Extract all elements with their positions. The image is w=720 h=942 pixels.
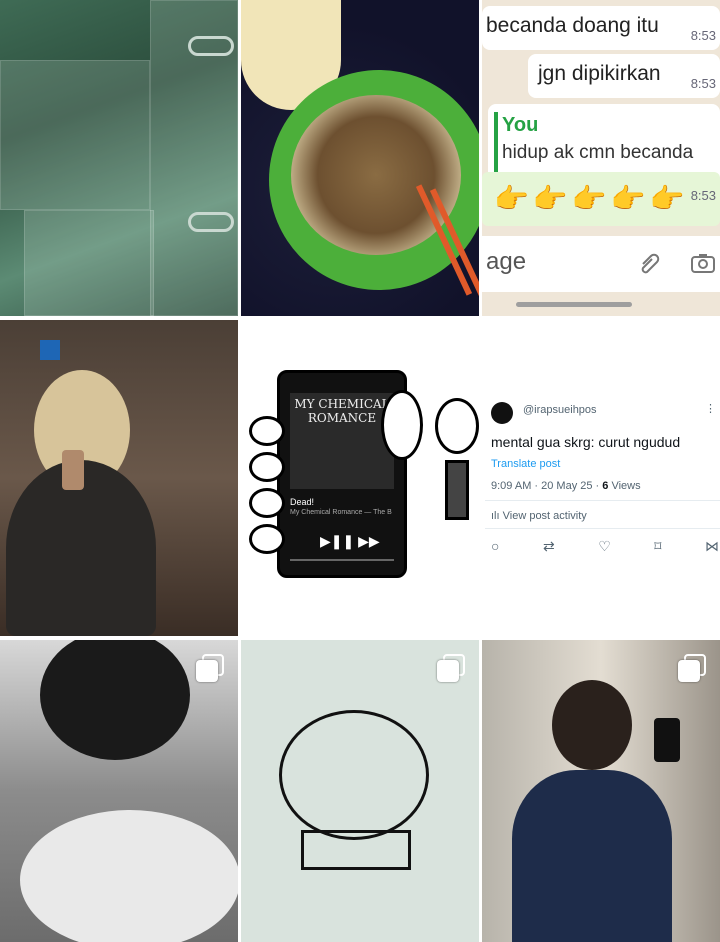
tweet-text: mental gua skrg: curut ngudud	[491, 434, 681, 450]
tweet-handle[interactable]: @irapsueihpos	[523, 404, 597, 416]
paperclip-icon[interactable]	[636, 250, 662, 276]
grid-tile-eating-photo[interactable]	[0, 640, 238, 942]
chat-message: becanda doang itu	[486, 14, 659, 37]
chat-time: 8:53	[690, 28, 716, 43]
drawn-finger	[249, 416, 285, 446]
avatar[interactable]	[491, 402, 513, 424]
chat-time: 8:53	[690, 188, 716, 203]
drawn-head	[435, 398, 479, 454]
track-artist: My Chemical Romance — The B	[290, 509, 392, 516]
drawn-body	[445, 460, 469, 520]
progress-bar	[290, 559, 394, 561]
phone-in-hand	[62, 450, 84, 490]
tweet-card[interactable]: @irapsueihpos ⋮ mental gua skrg: curut n…	[485, 390, 720, 554]
tweet-meta: 9:09 AM · 20 May 25 · 6 Views	[491, 480, 641, 492]
bar-chart-icon: ılı	[491, 510, 503, 522]
tweet-actions: ○ ⇄ ♡ ⌑ ⋈	[491, 538, 719, 555]
grid-tile-mirror-selfie[interactable]	[0, 320, 238, 636]
camera-icon[interactable]	[690, 250, 716, 276]
grid-tile-glass-door[interactable]	[0, 0, 238, 316]
drawn-finger	[249, 488, 285, 518]
translate-link[interactable]: Translate post	[491, 458, 560, 470]
reply-text: hidup ak cmn becanda	[502, 142, 694, 163]
divider	[485, 500, 720, 501]
door-handle	[188, 36, 234, 56]
drawn-thumb	[381, 390, 423, 460]
reply-sender: You	[502, 114, 539, 136]
chat-bubble: jgn dipikirkan 8:53	[528, 54, 720, 98]
retweet-icon[interactable]: ⇄	[543, 538, 555, 555]
more-icon[interactable]: ⋮	[705, 402, 716, 415]
person-hair	[552, 680, 632, 770]
track-title: Dead!	[290, 497, 315, 507]
message-input[interactable]: age	[482, 236, 720, 292]
comment-icon[interactable]: ○	[491, 538, 499, 555]
drawn-finger	[249, 452, 285, 482]
grid-tile-food[interactable]	[241, 0, 479, 316]
home-indicator	[516, 302, 632, 307]
door-handle	[188, 212, 234, 232]
person-hair	[40, 640, 190, 760]
grid-tile-doodle[interactable]	[241, 640, 479, 942]
grid-tile-corridor-selfie[interactable]	[482, 640, 720, 942]
plate	[20, 810, 238, 942]
sign	[40, 340, 60, 360]
view-activity-link[interactable]: ılı View post activity	[491, 510, 587, 522]
doodle-body	[301, 830, 411, 870]
chat-bubble: becanda doang itu 8:53	[482, 6, 720, 50]
multiple-images-icon	[437, 654, 465, 682]
grid-tile-drawing-tweet[interactable]: MY CHEMICAL ROMANCE Dead! My Chemical Ro…	[241, 320, 720, 636]
doodle-head	[279, 710, 429, 840]
album-art: MY CHEMICAL ROMANCE	[290, 393, 394, 489]
person-body	[512, 770, 672, 942]
glass-pane	[0, 60, 150, 210]
input-placeholder: age	[486, 248, 527, 275]
activity-label: View post activity	[502, 510, 587, 522]
share-icon[interactable]: ⋈	[705, 538, 719, 555]
bookmark-icon[interactable]: ⌑	[654, 538, 661, 555]
divider	[485, 528, 720, 529]
multiple-images-icon	[196, 654, 224, 682]
grid-tile-chat-screenshot[interactable]: becanda doang itu 8:53 jgn dipikirkan 8:…	[482, 0, 720, 316]
drawn-finger	[249, 524, 285, 554]
views-label: Views	[608, 480, 641, 492]
album-band: MY CHEMICAL ROMANCE	[294, 397, 390, 425]
multiple-images-icon	[678, 654, 706, 682]
chat-message: jgn dipikirkan	[538, 62, 661, 85]
chat-time: 8:53	[690, 76, 716, 91]
phone-in-hand	[654, 718, 680, 762]
play-controls-icon: ▶❚❚ ▶▶	[320, 533, 380, 549]
glass-pane	[24, 210, 154, 316]
emoji-message: 👉👉👉👉👉👉 8:53	[482, 172, 720, 268]
like-icon[interactable]: ♡	[598, 538, 611, 555]
tweet-timestamp: 9:09 AM · 20 May 25 ·	[491, 480, 603, 492]
media-grid: becanda doang itu 8:53 jgn dipikirkan 8:…	[0, 0, 720, 942]
